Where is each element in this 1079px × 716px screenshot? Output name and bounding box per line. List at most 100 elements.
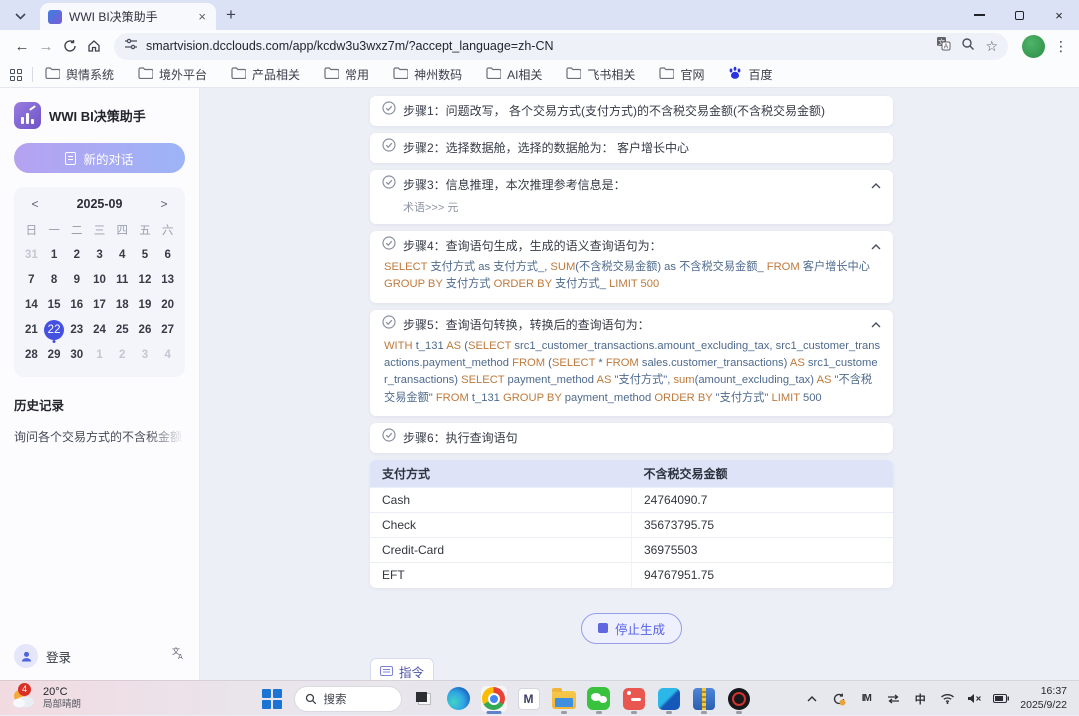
calendar-day[interactable]: 17 <box>88 292 111 317</box>
calendar-day[interactable]: 28 <box>20 342 43 367</box>
wechat-icon[interactable] <box>585 686 611 712</box>
step-header[interactable]: 步骤6：执行查询语句 <box>382 428 881 447</box>
calendar-day[interactable]: 20 <box>156 292 179 317</box>
calendar-day[interactable]: 12 <box>134 267 157 292</box>
minimize-button[interactable] <box>959 0 999 30</box>
step-header[interactable]: 步骤2：选择数据舱，选择的数据舱为： 客户增长中心 <box>382 138 881 157</box>
calendar-day[interactable]: 15 <box>43 292 66 317</box>
collapse-chevron-icon[interactable] <box>871 176 881 194</box>
home-icon[interactable] <box>82 39 106 53</box>
network-activity-icon[interactable] <box>885 694 901 704</box>
calendar-day[interactable]: 2 <box>111 342 134 367</box>
translate-icon[interactable]: 文A <box>936 36 951 56</box>
edge-icon[interactable] <box>445 686 471 712</box>
calendar-day[interactable]: 27 <box>156 317 179 342</box>
command-chip[interactable]: 指令 <box>370 658 434 680</box>
weather-widget[interactable]: 4 20°C 局部晴朗 <box>0 686 240 711</box>
tab-close-icon[interactable]: × <box>196 9 208 24</box>
bookmark-item[interactable]: 官网 <box>659 66 704 83</box>
close-button[interactable]: × <box>1039 0 1079 30</box>
calendar-day[interactable]: 1 <box>43 242 66 267</box>
calendar-day[interactable]: 16 <box>65 292 88 317</box>
collapse-chevron-icon[interactable] <box>871 315 881 333</box>
calendar-day[interactable]: 24 <box>88 317 111 342</box>
docs-app-icon[interactable] <box>655 686 681 712</box>
collapse-chevron-icon[interactable] <box>871 237 881 255</box>
address-bar[interactable]: smartvision.dcclouds.com/app/kcdw3u3wxz7… <box>114 33 1008 60</box>
reload-icon[interactable] <box>58 39 82 53</box>
ime-indicator[interactable]: 中 <box>912 691 928 707</box>
clock[interactable]: 16:37 2025/9/22 <box>1020 685 1067 712</box>
calendar-day[interactable]: 3 <box>88 242 111 267</box>
calendar-day[interactable]: 26 <box>134 317 157 342</box>
calendar-day[interactable]: 19 <box>134 292 157 317</box>
step-header[interactable]: 步骤3：信息推理，本次推理参考信息是： <box>382 175 881 194</box>
calendar-day[interactable]: 6 <box>156 242 179 267</box>
start-button[interactable] <box>258 686 284 712</box>
forward-icon[interactable]: → <box>34 38 58 55</box>
tray-m-icon[interactable]: IM <box>858 693 874 704</box>
battery-icon[interactable] <box>993 694 1009 703</box>
calendar-next-icon[interactable]: > <box>157 197 171 211</box>
calendar-day[interactable]: 30 <box>65 342 88 367</box>
music-app-icon[interactable] <box>620 686 646 712</box>
maximize-button[interactable] <box>999 0 1039 30</box>
browser-tab[interactable]: WWI BI决策助手 × <box>40 3 216 30</box>
calendar-day[interactable]: 11 <box>111 267 134 292</box>
calendar-day[interactable]: 23 <box>65 317 88 342</box>
new-chat-button[interactable]: 新的对话 <box>14 143 185 173</box>
calendar-day[interactable]: 21 <box>20 317 43 342</box>
new-tab-button[interactable]: + <box>226 5 236 25</box>
bookmark-item[interactable]: 境外平台 <box>138 66 207 83</box>
calendar-day[interactable]: 14 <box>20 292 43 317</box>
markdown-app-icon[interactable]: M <box>515 686 541 712</box>
chrome-icon[interactable] <box>480 686 506 712</box>
task-view-button[interactable] <box>410 686 436 712</box>
step-header[interactable]: 步骤4：查询语句生成，生成的语义查询语句为： <box>382 236 881 255</box>
calendar-day[interactable]: 4 <box>156 342 179 367</box>
calendar-day[interactable]: 31 <box>20 242 43 267</box>
bookmark-item[interactable]: AI相关 <box>486 66 542 83</box>
bookmark-item[interactable]: 飞书相关 <box>566 66 635 83</box>
recorder-app-icon[interactable] <box>725 686 751 712</box>
volume-muted-icon[interactable] <box>966 693 982 704</box>
bookmark-item[interactable]: 产品相关 <box>231 66 300 83</box>
calendar-day[interactable]: 10 <box>88 267 111 292</box>
archive-app-icon[interactable] <box>690 686 716 712</box>
login-button[interactable]: 登录 <box>46 647 171 666</box>
calendar-day[interactable]: 5 <box>134 242 157 267</box>
taskbar-search[interactable]: 搜索 <box>293 686 401 712</box>
calendar-day[interactable]: 25 <box>111 317 134 342</box>
file-explorer-icon[interactable] <box>550 686 576 712</box>
calendar-day[interactable]: 2 <box>65 242 88 267</box>
sync-status-icon[interactable] <box>831 692 847 706</box>
apps-grid-icon[interactable] <box>10 69 22 81</box>
bookmark-star-icon[interactable]: ☆ <box>985 38 998 55</box>
step-header[interactable]: 步骤5：查询语句转换，转换后的查询语句为： <box>382 315 881 334</box>
zoom-icon[interactable] <box>961 37 975 56</box>
bookmark-item[interactable]: 百度 <box>728 66 772 83</box>
calendar-day[interactable]: 1 <box>88 342 111 367</box>
calendar-prev-icon[interactable]: < <box>28 197 42 211</box>
calendar-day[interactable]: 29 <box>43 342 66 367</box>
tab-search-icon[interactable] <box>8 5 32 27</box>
menu-kebab-icon[interactable]: ⋮ <box>1053 38 1069 55</box>
calendar-day[interactable]: 18 <box>111 292 134 317</box>
calendar-day[interactable]: 13 <box>156 267 179 292</box>
bookmark-item[interactable]: 舆情系统 <box>45 66 114 83</box>
stop-generation-button[interactable]: 停止生成 <box>581 613 682 644</box>
back-icon[interactable]: ← <box>10 38 34 55</box>
wifi-icon[interactable] <box>939 693 955 704</box>
calendar-day[interactable]: 7 <box>20 267 43 292</box>
calendar-day[interactable]: 9 <box>65 267 88 292</box>
profile-avatar[interactable] <box>1022 35 1045 58</box>
url-text[interactable]: smartvision.dcclouds.com/app/kcdw3u3wxz7… <box>146 39 926 53</box>
language-switch-icon[interactable]: 文A <box>171 647 185 665</box>
calendar-day[interactable]: 4 <box>111 242 134 267</box>
history-item[interactable]: 询问各个交易方式的不含税金额 <box>14 428 185 445</box>
calendar-day[interactable]: 8 <box>43 267 66 292</box>
bookmark-item[interactable]: 神州数码 <box>393 66 462 83</box>
user-avatar[interactable] <box>14 644 38 668</box>
calendar-day-selected[interactable]: 22 <box>43 317 66 342</box>
bookmark-item[interactable]: 常用 <box>324 66 369 83</box>
